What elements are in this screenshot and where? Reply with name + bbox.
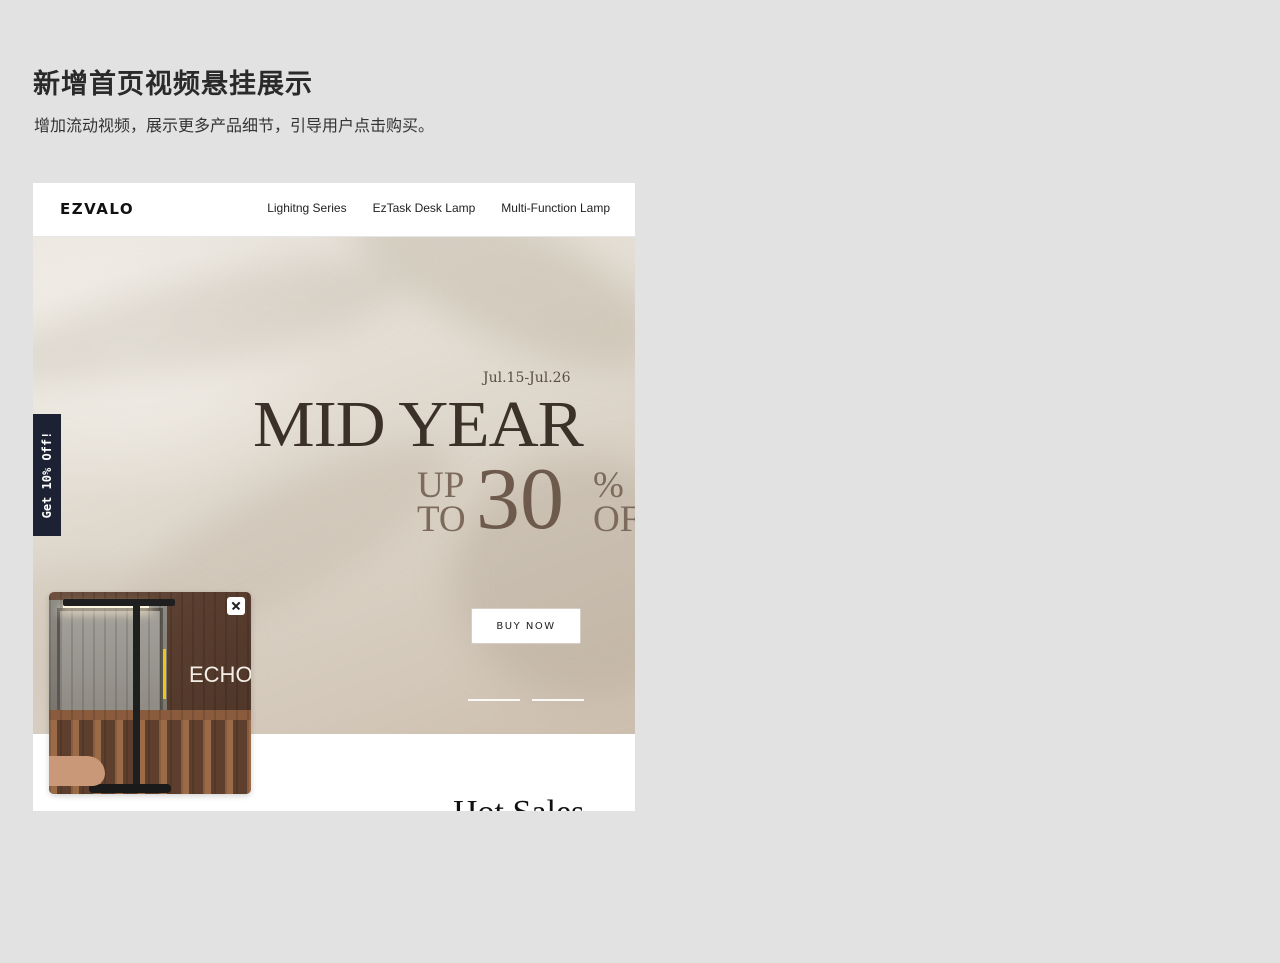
nav-item-eztask-desk-lamp[interactable]: EzTask Desk Lamp xyxy=(373,201,476,215)
video-hand xyxy=(49,756,105,786)
floating-video-player[interactable]: ECHO xyxy=(49,592,251,794)
lamp-head xyxy=(63,599,175,606)
promo-up-label: UP xyxy=(417,465,465,506)
video-caption: ECHO xyxy=(189,662,251,687)
discount-side-tab-label: Get 10% Off! xyxy=(40,431,54,519)
page-heading-subtitle: 增加流动视频，展示更多产品细节，引导用户点击购买。 xyxy=(34,116,435,135)
nav-item-lighting-series[interactable]: Lighitng Series xyxy=(267,201,346,215)
promo-off-label: OFF xyxy=(593,499,635,540)
discount-side-tab[interactable]: Get 10% Off! xyxy=(33,414,61,536)
site-header: EZVALO Lighitng Series EzTask Desk Lamp … xyxy=(33,183,635,237)
close-icon[interactable] xyxy=(227,597,245,615)
promo-off: % OFF xyxy=(593,465,635,540)
promo-up-to: UP TO xyxy=(417,465,466,540)
promo-date: Jul.15-Jul.26 xyxy=(483,370,571,386)
main-nav: Lighitng Series EzTask Desk Lamp Multi-F… xyxy=(267,201,610,215)
section-title-hot-sales: Hot Sales xyxy=(453,794,584,811)
carousel-dot-2[interactable] xyxy=(532,699,584,701)
promo-percent-sign: % xyxy=(593,465,624,506)
brand-logo[interactable]: EZVALO xyxy=(60,200,134,218)
video-caption-accent-bar xyxy=(163,649,166,699)
promo-discount-value: 30 xyxy=(476,451,564,548)
carousel-dot-1[interactable] xyxy=(468,699,520,701)
nav-item-multi-function-lamp[interactable]: Multi-Function Lamp xyxy=(501,201,610,215)
buy-now-button[interactable]: BUY NOW xyxy=(471,608,581,644)
lamp-pole xyxy=(133,604,140,789)
promo-to-label: TO xyxy=(417,499,466,540)
carousel-indicators xyxy=(468,699,584,701)
leaf-shadow xyxy=(33,237,418,410)
page-heading-title: 新增首页视频悬挂展示 xyxy=(33,69,313,100)
lamp-base xyxy=(89,784,171,793)
